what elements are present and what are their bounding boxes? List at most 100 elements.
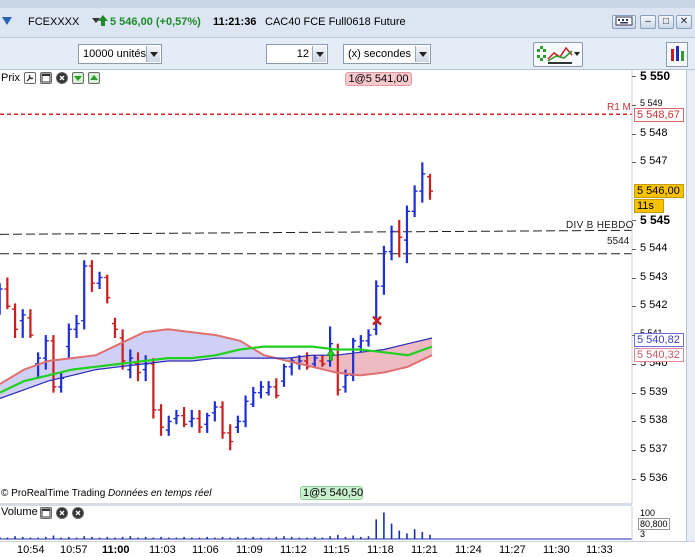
side-panel-button[interactable] [666,42,688,67]
price-axis-label: 5 539 [640,385,668,398]
units-value: 10000 unités [83,48,146,60]
ohlc-bar[interactable] [204,412,211,433]
ohlc-bar[interactable] [4,277,11,310]
ohlc-bar[interactable] [281,363,287,387]
time-axis-label: 11:33 [586,544,613,556]
ohlc-bar[interactable] [403,205,410,264]
time-axis-label: 11:03 [149,544,176,556]
ohlc-bar[interactable] [219,401,226,439]
ohlc-bar[interactable] [81,260,88,330]
close-circle-icon[interactable] [56,507,68,519]
price-axis-label: 5 550 [640,69,671,83]
volume-panel-label: Volume [1,506,38,518]
close-circle-icon[interactable] [72,507,84,519]
ohlc-bar[interactable] [188,409,195,428]
bar-timer-tag: 11s [634,199,664,213]
bar-chart-icon [671,46,684,61]
ohlc-bar[interactable] [388,225,395,261]
time-axis[interactable]: 10:54 10:57 11:00 11:03 11:06 11:09 11:12 11:15… [0,541,695,557]
ohlc-bar[interactable] [96,271,103,290]
period-number-value: 12 [296,48,309,60]
ohlc-bar[interactable] [227,424,234,451]
ohlc-bar[interactable] [396,219,403,258]
time-axis-label: 10:54 [17,544,45,556]
ohlc-bar[interactable] [380,245,387,295]
ohlc-bar[interactable] [419,162,426,203]
period-unit-select[interactable]: (x) secondes [343,44,431,64]
r1-label: R1 M [607,102,631,113]
ohlc-bar[interactable] [158,404,165,436]
chevron-down-icon[interactable] [415,46,429,62]
price-axis-tick [632,248,636,250]
price-axis-tick [632,277,636,279]
time-axis-label: 11:27 [499,544,526,556]
ohlc-bar[interactable] [242,395,249,428]
price-axis-label: 5 544 [640,241,668,254]
period-number-input[interactable]: 12 [266,44,328,64]
arrow-down-icon[interactable] [2,17,12,25]
title-bar-strip [0,0,695,8]
ohlc-bar[interactable] [365,329,372,347]
title-bar: FCEXXXX 5 546,00 (+0,57%) 11:21:36 CAC40… [0,0,695,38]
ohlc-bar[interactable] [250,386,257,408]
price-axis-label: 5 537 [640,443,668,456]
ohlc-bar[interactable] [427,173,433,200]
ohlc-bar[interactable] [65,323,72,359]
div-level-label: DIV B HEBDO [566,220,634,231]
ohlc-bar[interactable] [19,309,26,338]
time-axis-label: 11:24 [455,544,482,556]
chevron-down-icon[interactable] [146,46,160,62]
ohlc-bar[interactable] [0,283,3,315]
price-axis-label: 5 545 [640,212,671,227]
ohlc-bar[interactable] [73,314,80,338]
ohlc-bar[interactable] [111,317,118,338]
volume-chart[interactable] [0,506,686,541]
time-axis-label: 11:21 [411,544,438,556]
ohlc-bar[interactable] [88,260,95,292]
minimize-button[interactable]: – [640,15,656,29]
window-icon[interactable] [40,507,52,519]
ohlc-bar[interactable] [165,415,172,436]
add-indicator-button[interactable] [533,42,583,67]
wrench-icon[interactable] [24,72,36,84]
right-scroll-strip[interactable] [686,70,695,541]
ohlc-bar[interactable] [411,185,418,218]
price-axis-label: 5 548 [640,126,668,139]
price-axis-tick [632,133,636,135]
chevron-down-icon[interactable] [312,46,326,62]
time-axis-label: 11:18 [367,544,394,556]
time-axis-label: 11:30 [543,544,570,556]
close-button[interactable]: ✕ [676,15,692,29]
move-up-icon[interactable] [88,72,100,84]
price-axis-tick [632,363,636,365]
move-down-icon[interactable] [72,72,84,84]
ohlc-bar[interactable] [234,415,241,433]
ohlc-bar[interactable] [104,274,111,304]
symbol-label[interactable]: FCEXXXX [28,16,79,28]
close-circle-icon[interactable] [56,72,68,84]
ohlc-bar[interactable] [27,309,34,338]
ohlc-bar[interactable] [211,401,218,422]
realtime-label: Données en temps réel [108,488,212,499]
ohlc-bar[interactable] [150,358,157,419]
div-weekly-line[interactable] [0,229,633,235]
ohlc-bar[interactable] [173,409,180,425]
keyboard-button[interactable] [612,15,636,29]
ohlc-bar[interactable] [273,378,280,399]
price-axis-tick [632,162,636,164]
units-select[interactable]: 10000 unités [78,44,162,64]
keyboard-icon [615,16,633,26]
copyright-label: © ProRealTime Trading [1,488,106,499]
ohlc-bar[interactable] [12,303,19,338]
ohlc-bar[interactable] [265,381,272,396]
ohlc-bar[interactable] [257,381,264,399]
ohlc-bar[interactable] [373,280,380,336]
price-panel-label: Prix [1,72,20,84]
price-axis-label: 5 542 [640,299,668,312]
window-icon[interactable] [40,72,52,84]
ohlc-bar[interactable] [196,409,203,433]
price-chart[interactable] [0,70,686,503]
maximize-button[interactable]: □ [658,15,674,29]
ohlc-bar[interactable] [181,407,188,428]
price-axis-tick [632,450,636,452]
